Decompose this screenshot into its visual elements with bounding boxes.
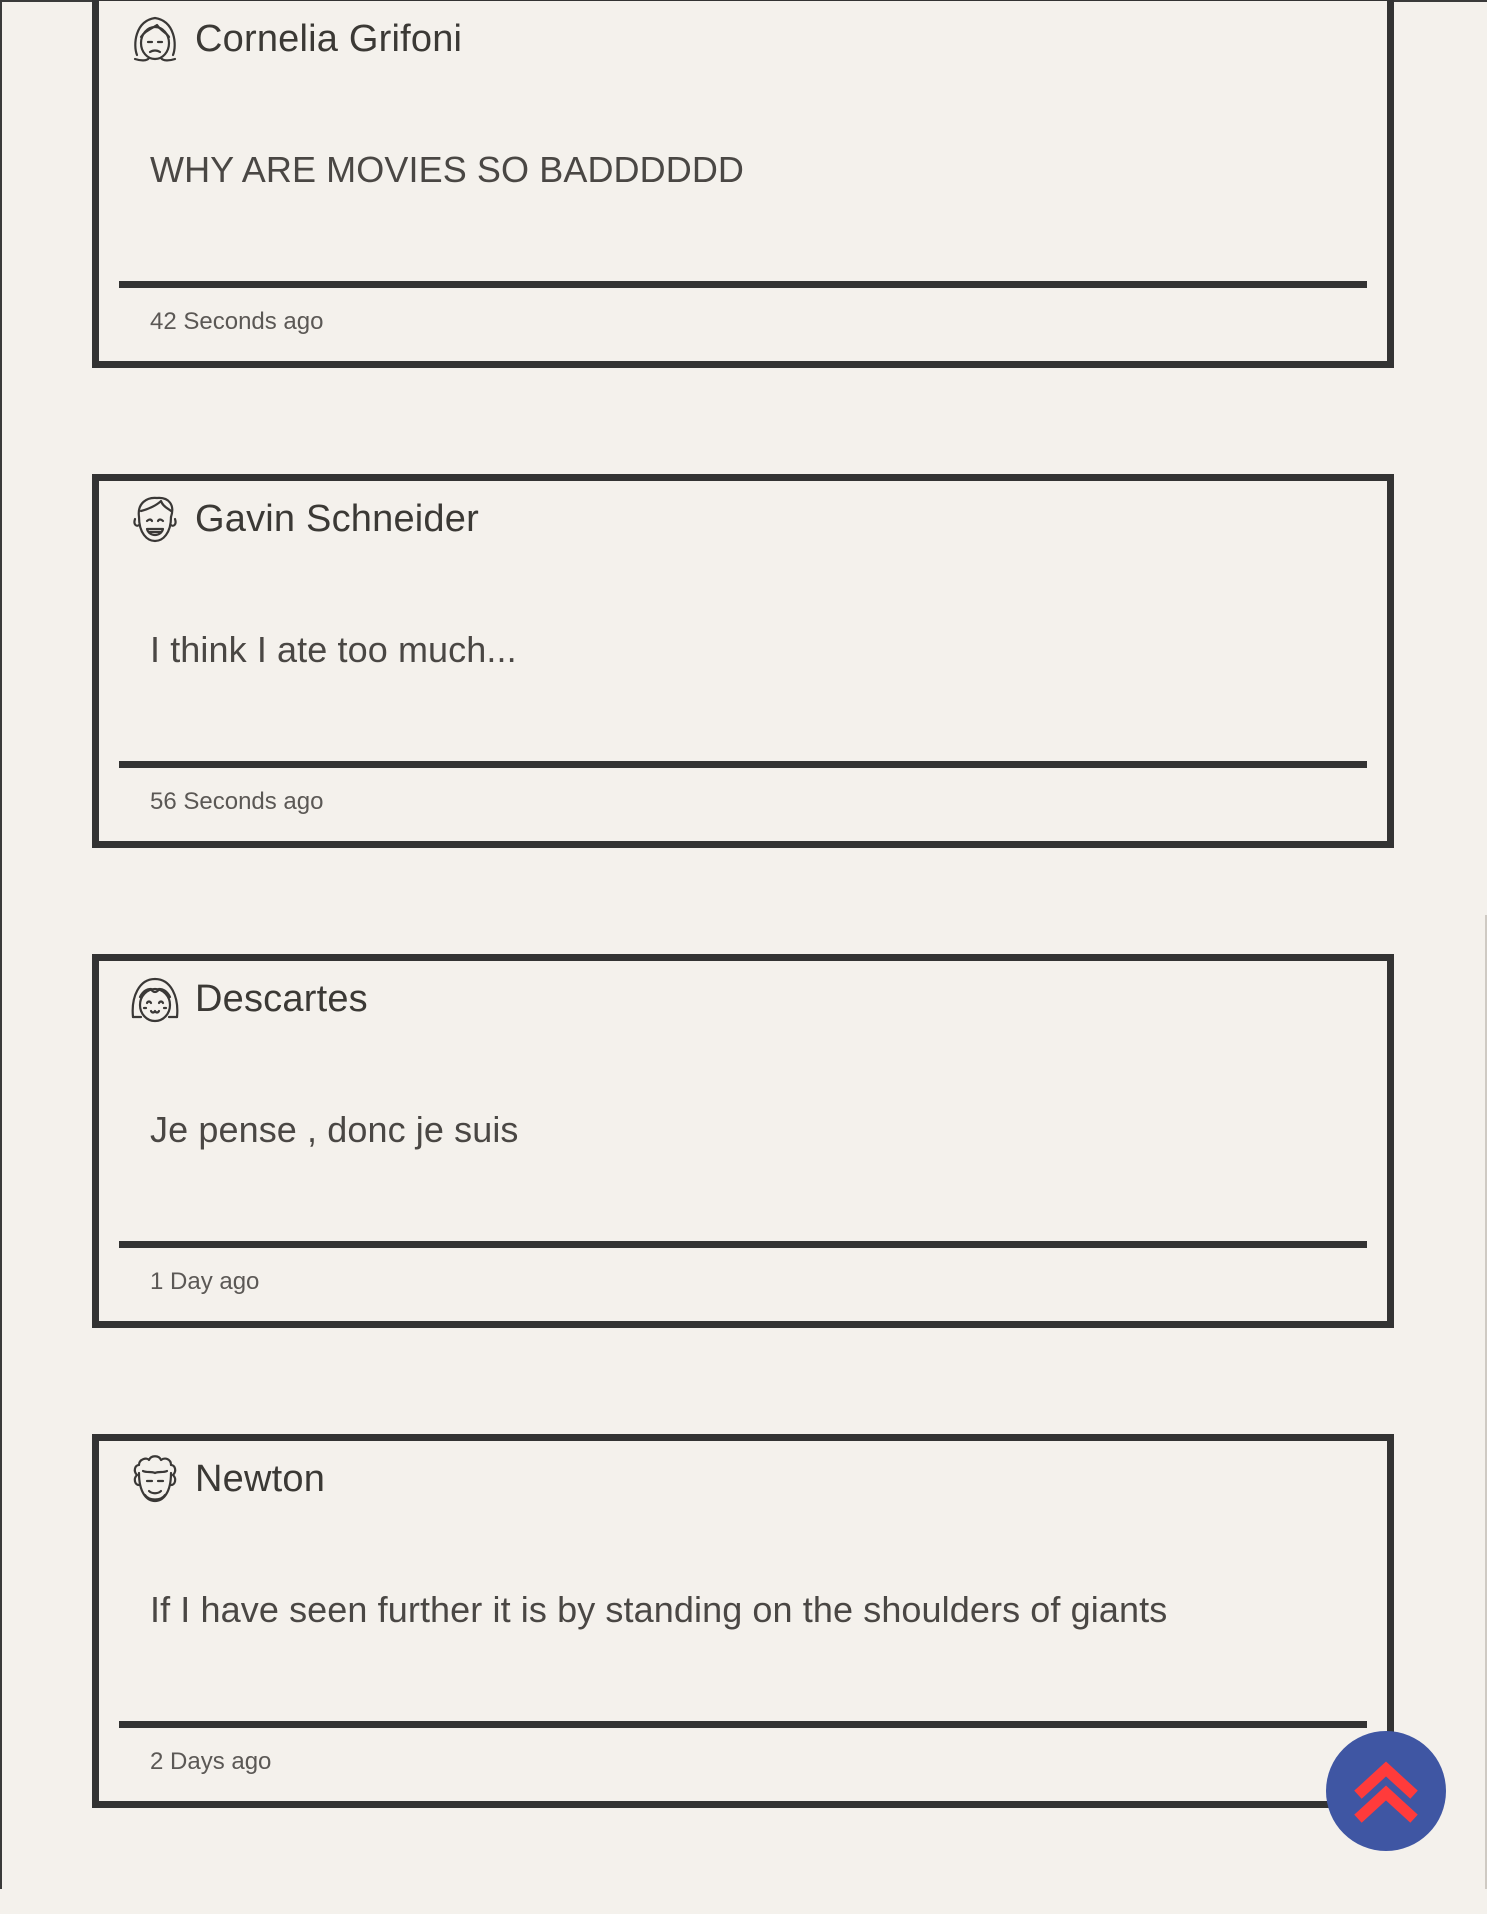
author-name[interactable]: Cornelia Grifoni — [195, 18, 462, 61]
post-timestamp: 2 Days ago — [150, 1748, 272, 1775]
post-card: Gavin Schneider I think I ate too much..… — [92, 474, 1394, 848]
post-body: If I have seen further it is by standing… — [150, 1589, 1168, 1630]
post-header: Gavin Schneider — [127, 487, 479, 551]
post-header: Cornelia Grifoni — [127, 7, 462, 71]
girl-smiling-face-icon[interactable] — [127, 971, 183, 1027]
scroll-to-top-button[interactable] — [1326, 1731, 1446, 1851]
post-feed: Cornelia Grifoni WHY ARE MOVIES SO BADDD… — [92, 0, 1394, 1914]
post-body: WHY ARE MOVIES SO BADDDDDD — [150, 149, 745, 190]
author-name[interactable]: Gavin Schneider — [195, 498, 479, 541]
post-timestamp: 56 Seconds ago — [150, 788, 324, 815]
post-divider — [119, 761, 1367, 768]
post-divider — [119, 1241, 1367, 1248]
author-name[interactable]: Newton — [195, 1458, 325, 1501]
woman-sad-face-icon[interactable] — [127, 11, 183, 67]
author-name[interactable]: Descartes — [195, 978, 368, 1021]
post-divider — [119, 1721, 1367, 1728]
post-body: Je pense , donc je suis — [150, 1109, 519, 1150]
post-card: Cornelia Grifoni WHY ARE MOVIES SO BADDD… — [92, 0, 1394, 368]
post-timestamp: 1 Day ago — [150, 1268, 260, 1295]
post-header: Descartes — [127, 967, 368, 1031]
post-card: Descartes Je pense , donc je suis 1 Day … — [92, 954, 1394, 1328]
post-body: I think I ate too much... — [150, 629, 517, 670]
double-chevron-up-icon — [1344, 1749, 1428, 1833]
curly-hair-man-face-icon[interactable] — [127, 1451, 183, 1507]
post-timestamp: 42 Seconds ago — [150, 308, 324, 335]
post-header: Newton — [127, 1447, 325, 1511]
post-card: Newton If I have seen further it is by s… — [92, 1434, 1394, 1808]
man-laughing-face-icon[interactable] — [127, 491, 183, 547]
post-divider — [119, 281, 1367, 288]
